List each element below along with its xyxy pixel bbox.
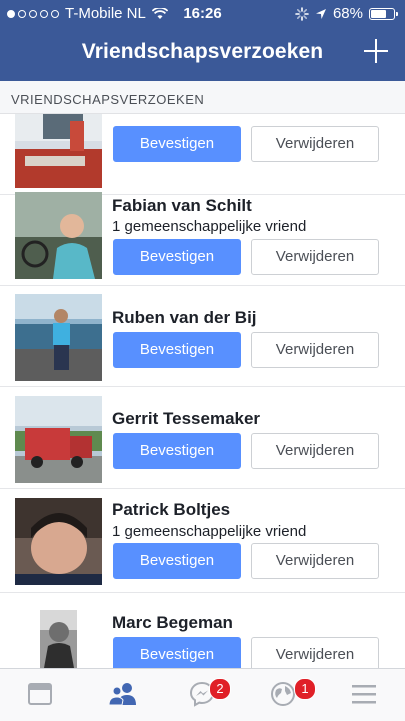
plus-icon[interactable] (363, 38, 389, 64)
profile-photo[interactable] (15, 114, 102, 188)
mutual-friends-count[interactable]: 1 gemeenschappelijke vriend (112, 218, 306, 235)
section-header: VRIENDSCHAPSVERZOEKEN (0, 81, 405, 114)
delete-button[interactable]: Verwijderen (251, 239, 379, 275)
tab-news-feed[interactable] (0, 669, 81, 721)
notifications-globe-icon (271, 682, 295, 706)
friend-request-row: Gerrit Tessemaker Bevestigen Verwijderen (0, 387, 405, 489)
confirm-button[interactable]: Bevestigen (113, 126, 241, 162)
delete-button[interactable]: Verwijderen (251, 126, 379, 162)
status-bar: T-Mobile NL 16:26 68% (0, 0, 405, 28)
mutual-friends-count[interactable]: 1 gemeenschappelijke vriend (112, 523, 306, 540)
delete-button[interactable]: Verwijderen (251, 637, 379, 668)
confirm-button[interactable]: Bevestigen (113, 543, 241, 579)
delete-button[interactable]: Verwijderen (251, 433, 379, 469)
friend-request-row: Ruben van der Bij Bevestigen Verwijderen (0, 286, 405, 387)
menu-icon (352, 685, 376, 704)
delete-button[interactable]: Verwijderen (251, 332, 379, 368)
activity-spinner-icon (295, 6, 309, 21)
app-header: T-Mobile NL 16:26 68% Vriendschapsverzoe… (0, 0, 405, 81)
confirm-button[interactable]: Bevestigen (113, 332, 241, 368)
friend-request-row: Bevestigen Verwijderen (0, 114, 405, 195)
news-feed-icon (28, 683, 52, 705)
battery-level-fill (371, 9, 386, 18)
friend-request-list[interactable]: Bevestigen Verwijderen Fabian van Schilt… (0, 114, 405, 668)
tab-friend-requests[interactable] (81, 669, 162, 721)
confirm-button[interactable]: Bevestigen (113, 433, 241, 469)
requester-name[interactable]: Patrick Boltjes (112, 500, 230, 520)
delete-button[interactable]: Verwijderen (251, 543, 379, 579)
profile-photo[interactable] (15, 192, 102, 279)
bottom-tab-bar: 2 1 (0, 668, 405, 721)
friend-request-row: Marc Begeman Bevestigen Verwijderen (0, 593, 405, 668)
notifications-badge: 1 (294, 678, 316, 700)
requester-name[interactable]: Marc Begeman (112, 613, 233, 633)
confirm-button[interactable]: Bevestigen (113, 637, 241, 668)
requester-name[interactable]: Gerrit Tessemaker (112, 409, 260, 429)
profile-photo[interactable] (15, 294, 102, 381)
profile-photo[interactable] (40, 610, 77, 668)
requester-name[interactable]: Fabian van Schilt (112, 196, 252, 216)
tab-menu[interactable] (324, 669, 405, 721)
battery-percentage: 68% (332, 5, 363, 22)
friend-request-row: Fabian van Schilt 1 gemeenschappelijke v… (0, 184, 405, 286)
location-arrow-icon (315, 8, 326, 19)
requester-name[interactable]: Ruben van der Bij (112, 308, 257, 328)
tab-messenger[interactable]: 2 (162, 669, 243, 721)
friend-request-row: Patrick Boltjes 1 gemeenschappelijke vri… (0, 489, 405, 593)
friend-requests-icon (108, 683, 136, 706)
messenger-badge: 2 (209, 678, 231, 700)
profile-photo[interactable] (15, 498, 102, 585)
tab-notifications[interactable]: 1 (243, 669, 324, 721)
page-title: Vriendschapsverzoeken (81, 40, 324, 63)
battery-icon (369, 7, 398, 20)
confirm-button[interactable]: Bevestigen (113, 239, 241, 275)
profile-photo[interactable] (15, 396, 102, 483)
